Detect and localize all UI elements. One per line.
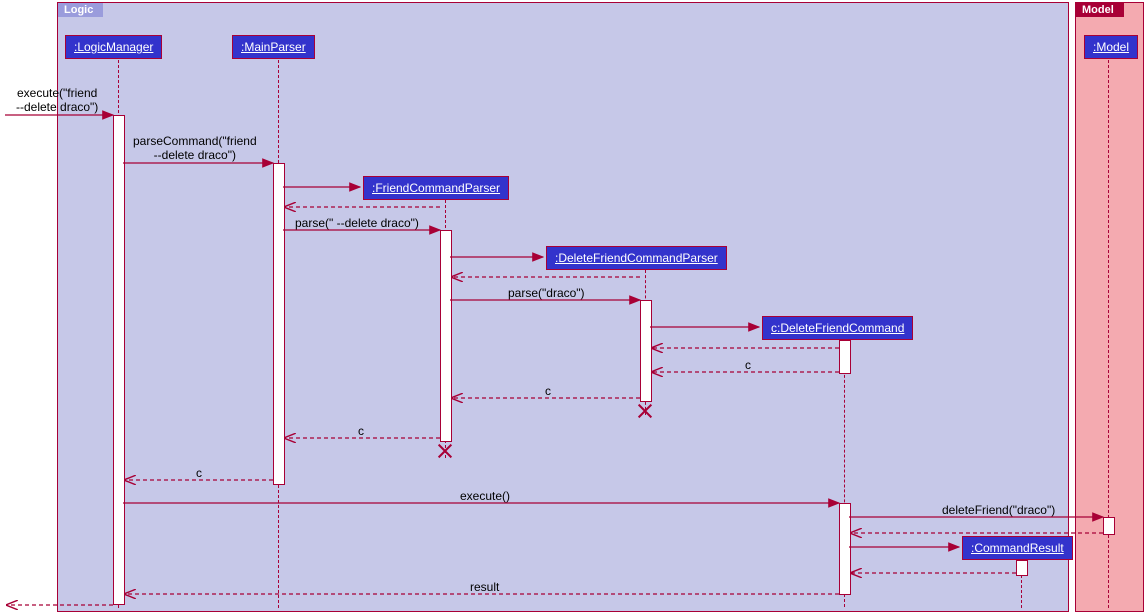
msg-parse-command: parseCommand("friend --delete draco") <box>133 134 257 162</box>
destroy-icon <box>638 404 652 418</box>
activation-delete-friend-cmd-parser <box>640 300 652 402</box>
object-friend-cmd-parser: :FriendCommandParser <box>363 176 509 200</box>
object-main-parser: :MainParser <box>232 35 315 59</box>
sequence-diagram: Logic Model :LogicManager :MainParser :F… <box>0 0 1144 612</box>
activation-model <box>1103 517 1115 535</box>
activation-friend-cmd-parser <box>440 230 452 442</box>
logic-frame: Logic <box>57 2 1069 612</box>
msg-delete-friend: deleteFriend("draco") <box>942 503 1055 517</box>
msg-result: result <box>470 580 499 594</box>
activation-main-parser <box>273 163 285 485</box>
msg-parse-2: parse("draco") <box>508 286 585 300</box>
msg-execute-in: execute("friend --delete draco") <box>16 86 98 114</box>
activation-command-result <box>1016 560 1028 576</box>
object-delete-friend-cmd: c:DeleteFriendCommand <box>762 316 913 340</box>
object-logic-manager: :LogicManager <box>65 35 162 59</box>
msg-parse-1: parse(" --delete draco") <box>295 216 419 230</box>
object-delete-friend-cmd-parser: :DeleteFriendCommandParser <box>546 246 727 270</box>
activation-delete-friend-cmd-1 <box>839 340 851 374</box>
activation-delete-friend-cmd-2 <box>839 503 851 595</box>
msg-execute: execute() <box>460 489 510 503</box>
msg-return-c-2: c <box>545 384 551 398</box>
object-command-result: :CommandResult <box>962 536 1073 560</box>
model-frame-title: Model <box>1076 3 1124 17</box>
logic-frame-title: Logic <box>58 3 103 17</box>
activation-logic-manager <box>113 115 125 605</box>
destroy-icon <box>438 444 452 458</box>
object-model: :Model <box>1084 35 1138 59</box>
msg-return-c-4: c <box>196 466 202 480</box>
msg-return-c-1: c <box>745 358 751 372</box>
msg-return-c-3: c <box>358 424 364 438</box>
